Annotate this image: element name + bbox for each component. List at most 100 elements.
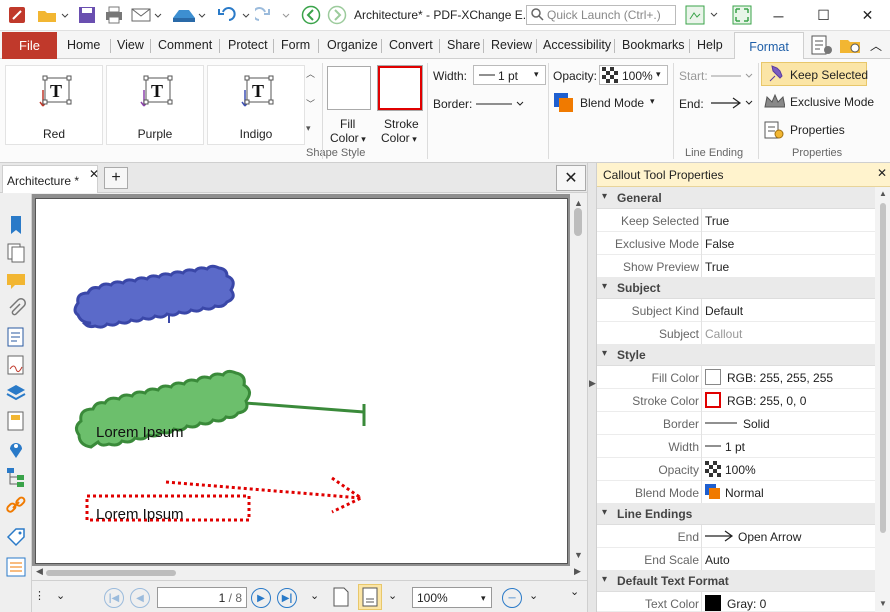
attachments-icon[interactable] <box>5 298 27 320</box>
exclusive-mode-button[interactable]: Exclusive Mode <box>763 92 888 114</box>
stroke-color-swatch[interactable] <box>377 65 423 111</box>
save-icon[interactable] <box>76 4 98 26</box>
layers-icon[interactable] <box>5 382 27 404</box>
prop-value[interactable]: RGB: 255, 0, 0 <box>727 394 806 408</box>
maximize-button[interactable]: ☐ <box>801 0 846 31</box>
open-folder-icon[interactable] <box>34 4 72 26</box>
tab-help[interactable]: Help <box>697 38 723 52</box>
prop-row[interactable]: Fill Color RGB: 255, 255, 255 <box>597 366 875 389</box>
scroll-right-icon[interactable]: ▶ <box>574 566 581 577</box>
document-settings-icon[interactable] <box>810 34 834 59</box>
width-dropdown[interactable]: 1 pt ▾ <box>473 65 546 85</box>
next-page-button[interactable]: ▶ <box>251 588 271 608</box>
prop-row[interactable]: End Open Arrow <box>597 525 875 548</box>
shape-style-red[interactable]: T Red <box>5 65 103 145</box>
collapse-ribbon-icon[interactable]: ︿ <box>870 37 882 54</box>
fill-color-button[interactable]: Color ▾ <box>330 131 366 145</box>
scroll-up-icon[interactable]: ▲ <box>574 198 583 208</box>
zoom-out-button[interactable]: ─ <box>502 588 522 608</box>
vertical-scrollbar[interactable]: ▲ ▼ <box>570 194 587 566</box>
scroll-up-icon[interactable]: ▲ <box>879 189 887 198</box>
close-icon[interactable]: ✕ <box>89 167 99 181</box>
folder-search-icon[interactable] <box>838 34 864 59</box>
fit-page-view-icon[interactable] <box>358 584 382 610</box>
prop-value[interactable]: 1 pt <box>725 440 745 454</box>
splitter-arrow-icon[interactable]: ▶ <box>589 378 596 389</box>
prop-value[interactable]: Open Arrow <box>738 530 801 544</box>
tab-form[interactable]: Form <box>281 38 310 52</box>
horizontal-scrollbar[interactable]: ◀ ▶ <box>32 566 587 580</box>
stroke-color-button[interactable]: Color ▾ <box>381 131 417 145</box>
prop-row[interactable]: End Scale Auto <box>597 548 875 571</box>
reading-order-icon[interactable] <box>5 556 27 578</box>
status-menu-icon[interactable]: ⋮ <box>34 589 45 602</box>
status-expand-icon[interactable]: ⌄ <box>310 589 319 602</box>
panel-scrollbar[interactable]: ▲ ▼ <box>875 187 890 612</box>
start-dropdown[interactable] <box>711 69 757 86</box>
end-dropdown[interactable] <box>711 95 757 114</box>
fill-color-label-1[interactable]: Fill <box>340 117 355 131</box>
tab-view[interactable]: View <box>117 38 144 52</box>
status-expand-icon[interactable]: ⌄ <box>388 589 397 602</box>
prop-value[interactable]: Default <box>705 304 743 318</box>
tab-protect[interactable]: Protect <box>228 38 268 52</box>
location-icon[interactable] <box>5 438 27 460</box>
style-gallery-scroll-down[interactable]: ﹀ <box>306 97 315 110</box>
shape-style-purple[interactable]: T Purple <box>106 65 204 145</box>
fullscreen-icon[interactable] <box>730 4 754 26</box>
document-icon[interactable] <box>5 326 27 348</box>
undo-icon[interactable] <box>214 4 254 26</box>
tab-comment[interactable]: Comment <box>158 38 212 52</box>
section-default-text-format[interactable]: ▾ Default Text Format <box>597 570 875 592</box>
links-icon[interactable] <box>5 494 27 516</box>
prop-row[interactable]: Subject Callout <box>597 322 875 345</box>
print-icon[interactable] <box>102 4 126 26</box>
border-dropdown[interactable] <box>476 97 536 111</box>
prop-row[interactable]: Border Solid <box>597 412 875 435</box>
scroll-down-icon[interactable]: ▼ <box>574 550 583 560</box>
tab-share[interactable]: Share <box>447 38 480 52</box>
redo-icon[interactable] <box>254 4 294 26</box>
prop-row[interactable]: Subject Kind Default <box>597 299 875 322</box>
signatures-icon[interactable] <box>5 354 27 376</box>
prop-value[interactable]: RGB: 255, 255, 255 <box>727 371 833 385</box>
scroll-down-icon[interactable]: ▼ <box>879 599 887 608</box>
tab-convert[interactable]: Convert <box>389 38 433 52</box>
page-number-input[interactable]: 1 / 8 <box>157 587 247 608</box>
structure-icon[interactable] <box>5 466 27 488</box>
quick-launch-input[interactable]: Quick Launch (Ctrl+.) <box>526 5 676 25</box>
prop-row[interactable]: Width 1 pt <box>597 435 875 458</box>
stroke-color-label-1[interactable]: Stroke <box>384 117 419 131</box>
section-subject[interactable]: ▾ Subject <box>597 277 875 299</box>
opacity-dropdown[interactable]: 100% ▾ <box>599 65 668 85</box>
back-icon[interactable] <box>300 4 322 26</box>
tab-architecture[interactable]: Architecture * ✕ <box>2 165 99 193</box>
section-line-endings[interactable]: ▾ Line Endings <box>597 503 875 525</box>
status-collapse-icon[interactable]: ⌄ <box>570 585 579 598</box>
last-page-button[interactable]: ▶| <box>277 588 297 608</box>
prop-row[interactable]: Exclusive Mode False <box>597 232 875 255</box>
scroll-left-icon[interactable]: ◀ <box>36 566 43 577</box>
prop-row[interactable]: Show Preview True <box>597 255 875 278</box>
prop-value[interactable]: Solid <box>743 417 770 431</box>
prop-value[interactable]: False <box>705 237 734 251</box>
tab-format[interactable]: Format <box>734 32 804 60</box>
section-style[interactable]: ▾ Style <box>597 344 875 366</box>
keep-selected-button[interactable]: Keep Selected <box>761 62 868 86</box>
tab-organize[interactable]: Organize <box>327 38 378 52</box>
tab-accessibility[interactable]: Accessibility <box>543 38 611 52</box>
green-cloud-callout[interactable]: Lorem Ipsum <box>74 369 366 449</box>
forward-icon[interactable] <box>326 4 348 26</box>
zoom-dropdown[interactable]: 100% ▾ <box>412 587 492 608</box>
status-expand-icon[interactable]: ⌄ <box>56 589 65 602</box>
style-gallery-expand[interactable]: ▾ <box>306 123 311 134</box>
tab-home[interactable]: Home <box>67 38 100 52</box>
thumbnails-icon[interactable] <box>5 242 27 264</box>
vertical-scroll-thumb[interactable] <box>574 208 582 236</box>
new-tab-button[interactable]: + <box>104 167 128 189</box>
scan-icon[interactable] <box>170 4 210 26</box>
tab-review[interactable]: Review <box>491 38 532 52</box>
content-icon[interactable] <box>5 410 27 432</box>
prop-value[interactable]: Callout <box>705 327 742 341</box>
prop-value[interactable]: Auto <box>705 553 730 567</box>
